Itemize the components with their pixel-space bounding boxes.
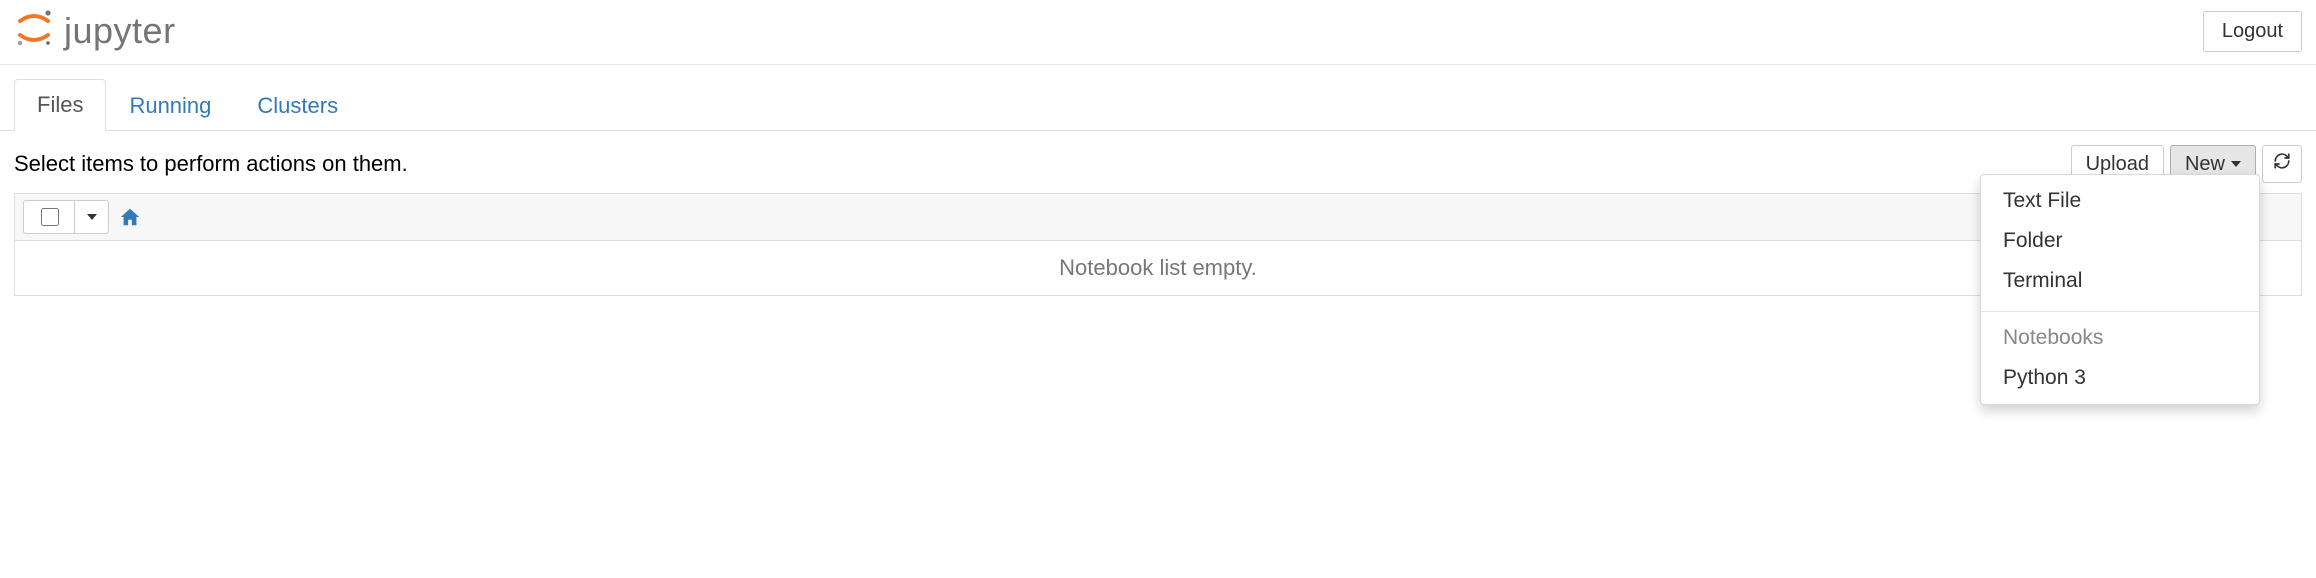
menu-item-python3[interactable]: Python 3 xyxy=(1981,358,2259,398)
tab-running[interactable]: Running xyxy=(106,80,234,131)
menu-divider xyxy=(1981,311,2259,312)
select-all-checkbox[interactable] xyxy=(41,208,59,226)
caret-down-icon xyxy=(2231,161,2241,167)
select-all-checkbox-wrap[interactable] xyxy=(23,200,75,234)
select-all-dropdown[interactable] xyxy=(75,200,109,234)
logout-button[interactable]: Logout xyxy=(2203,11,2302,52)
refresh-button[interactable] xyxy=(2262,145,2302,183)
new-button-label: New xyxy=(2185,153,2225,176)
tab-files[interactable]: Files xyxy=(14,79,106,131)
refresh-icon xyxy=(2273,152,2291,176)
tab-bar: Files Running Clusters xyxy=(0,79,2316,131)
breadcrumb-home[interactable] xyxy=(119,206,141,228)
brand-text: jupyter xyxy=(64,10,176,52)
new-dropdown-menu: Text File Folder Terminal Notebooks Pyth… xyxy=(1980,174,2260,405)
menu-item-folder[interactable]: Folder xyxy=(1981,221,2259,261)
toolbar: Select items to perform actions on them.… xyxy=(0,131,2316,193)
menu-header-notebooks: Notebooks xyxy=(1981,322,2259,358)
app-header: jupyter Logout xyxy=(0,0,2316,65)
file-list-header xyxy=(14,193,2302,241)
instruction-text: Select items to perform actions on them. xyxy=(14,151,408,177)
menu-item-text-file[interactable]: Text File xyxy=(1981,181,2259,221)
tab-clusters[interactable]: Clusters xyxy=(234,80,361,131)
select-all-group xyxy=(23,200,109,234)
jupyter-logo-icon xyxy=(14,8,54,54)
menu-item-terminal[interactable]: Terminal xyxy=(1981,261,2259,301)
notebook-list-empty: Notebook list empty. xyxy=(14,241,2302,296)
caret-down-icon xyxy=(87,214,97,220)
logo[interactable]: jupyter xyxy=(14,8,176,54)
